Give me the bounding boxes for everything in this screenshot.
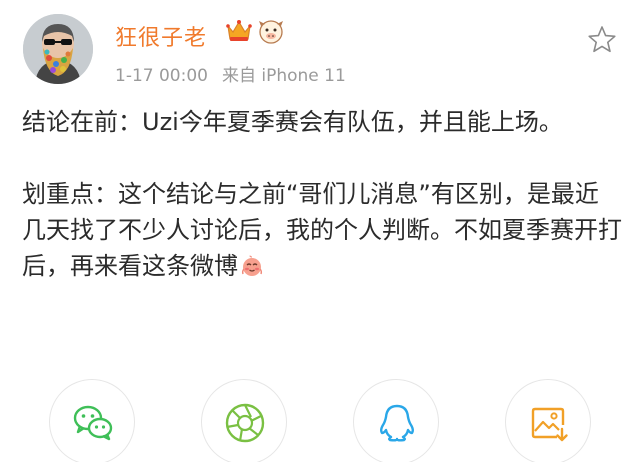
shy-face-emoji: [241, 255, 263, 276]
post-paragraph-text: 划重点：这个结论与之前“哥们儿消息”有区别，是最近几天找了不少人讨论后，我的个人…: [22, 180, 622, 280]
qq-icon: [380, 404, 414, 442]
save-image-button[interactable]: [505, 379, 591, 462]
post-timestamp: 1-17 00:00: [115, 66, 208, 86]
post-source[interactable]: 来自 iPhone 11: [222, 66, 346, 86]
moments-icon: [225, 403, 265, 443]
save-image-icon: [531, 407, 568, 442]
post-meta: 1-17 00:00 来自 iPhone 11: [115, 61, 346, 86]
star-outline-icon[interactable]: [586, 24, 618, 56]
crown-icon[interactable]: [225, 17, 253, 45]
share-bar: [0, 375, 640, 462]
post-content: 结论在前：Uzi今年夏季赛会有队伍，并且能上场。 划重点：这个结论与之前“哥们儿…: [22, 104, 622, 284]
post-paragraph-2: 划重点：这个结论与之前“哥们儿消息”有区别，是最近几天找了不少人讨论后，我的个人…: [22, 176, 622, 284]
post-paragraph: 结论在前：Uzi今年夏季赛会有队伍，并且能上场。: [22, 108, 563, 136]
wechat-icon: [73, 405, 113, 441]
post-header: 狂很子老 1-17 00:00 来自 iPhone 11: [0, 0, 640, 100]
share-qq-button[interactable]: [353, 379, 439, 462]
username[interactable]: 狂很子老: [115, 20, 207, 52]
share-moments-button[interactable]: [201, 379, 287, 462]
cow-face-icon[interactable]: [257, 17, 285, 45]
avatar-image: [23, 14, 93, 84]
share-wechat-button[interactable]: [49, 379, 135, 462]
avatar[interactable]: [23, 14, 93, 84]
